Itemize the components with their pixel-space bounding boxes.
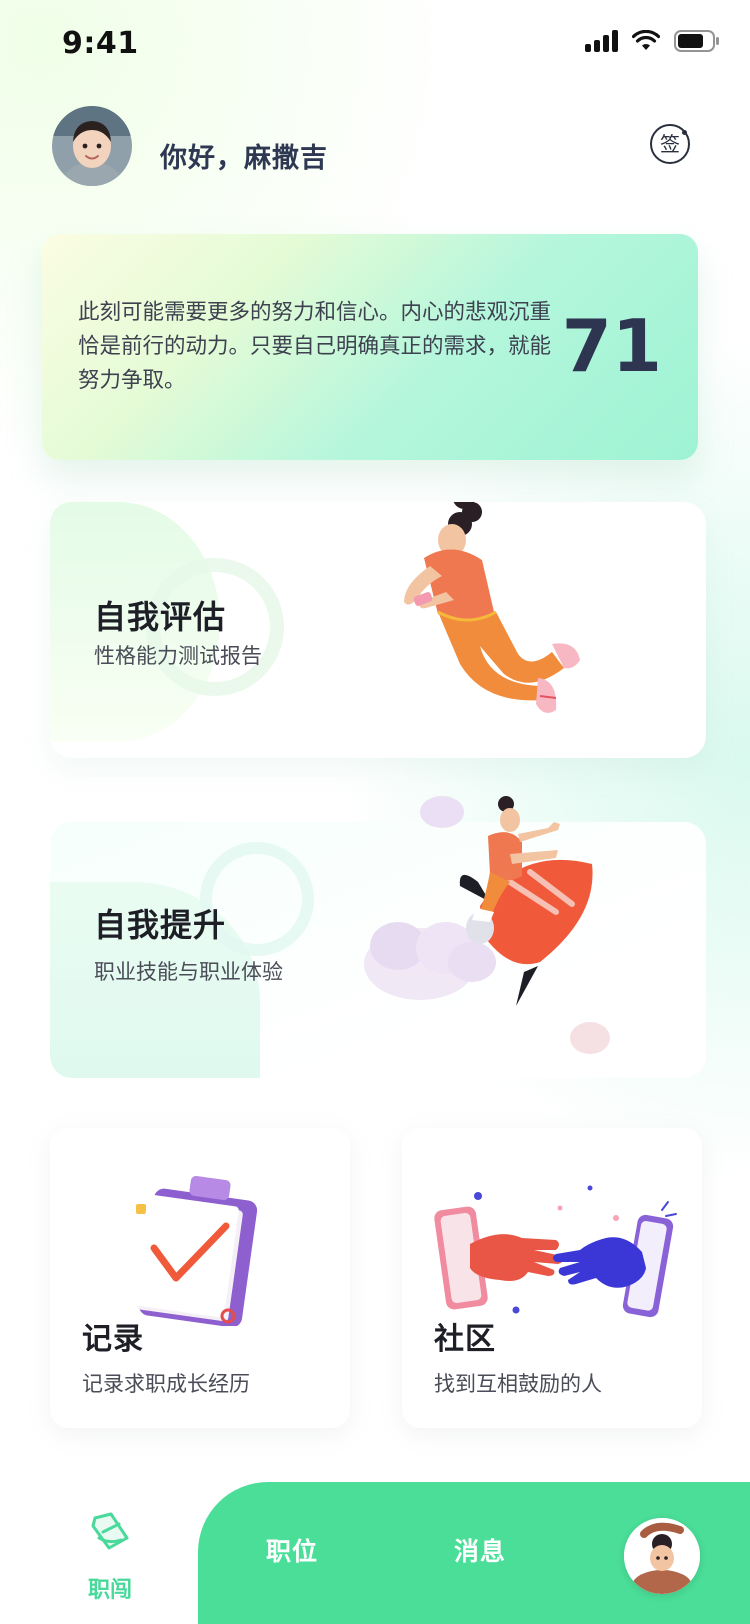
community-card[interactable]: 社区 找到互相鼓励的人 — [402, 1128, 702, 1428]
battery-icon — [674, 30, 720, 52]
tab-bar: 职闯 职位 消息 — [0, 1482, 750, 1624]
community-subtitle: 找到互相鼓励的人 — [434, 1372, 602, 1396]
ticket-tag-icon — [91, 1512, 129, 1550]
tab-jobs[interactable]: 职位 — [266, 1532, 318, 1568]
handshake-phones-icon — [434, 1185, 677, 1318]
sign-in-button[interactable]: 签 — [650, 124, 690, 164]
clipboard-check-icon — [133, 1175, 258, 1326]
self-assessment-card[interactable]: 自我评估 性格能力测试报告 — [50, 502, 706, 758]
community-title: 社区 — [434, 1322, 496, 1357]
cellular-signal-icon — [585, 30, 618, 52]
record-card[interactable]: 记录 记录求职成长经历 — [50, 1128, 350, 1428]
greeting-text: 你好，麻撒吉 — [160, 143, 328, 174]
wifi-icon — [632, 30, 660, 52]
self-improvement-subtitle: 职业技能与职业体验 — [94, 960, 283, 984]
sign-in-icon: 签 — [660, 132, 680, 156]
self-improvement-title: 自我提升 — [94, 906, 227, 944]
tab-home-label: 职闯 — [87, 1578, 132, 1603]
mood-text: 此刻可能需要更多的努力和信心。内心的悲观沉重恰是前行的动力。只要自己明确真正的需… — [78, 300, 552, 393]
sign-in-dot — [682, 130, 687, 135]
tab-home[interactable]: 职闯 — [60, 1502, 160, 1603]
record-subtitle: 记录求职成长经历 — [82, 1372, 250, 1396]
status-bar: 9:41 — [0, 0, 750, 90]
profile-avatar[interactable] — [624, 1518, 700, 1594]
self-assessment-title: 自我评估 — [94, 598, 227, 636]
tab-pill: 职位 消息 — [198, 1482, 750, 1624]
flying-person-illustration — [404, 502, 580, 713]
mood-card[interactable]: 此刻可能需要更多的努力和信心。内心的悲观沉重恰是前行的动力。只要自己明确真正的需… — [42, 234, 698, 460]
mood-score: 71 — [561, 304, 662, 388]
record-title: 记录 — [82, 1322, 144, 1357]
tab-messages[interactable]: 消息 — [454, 1532, 506, 1568]
status-time: 9:41 — [62, 26, 139, 61]
rocket-rider-illustration — [364, 796, 610, 1054]
self-assessment-subtitle: 性格能力测试报告 — [94, 644, 262, 668]
status-icons — [585, 30, 720, 52]
avatar[interactable] — [52, 106, 132, 186]
